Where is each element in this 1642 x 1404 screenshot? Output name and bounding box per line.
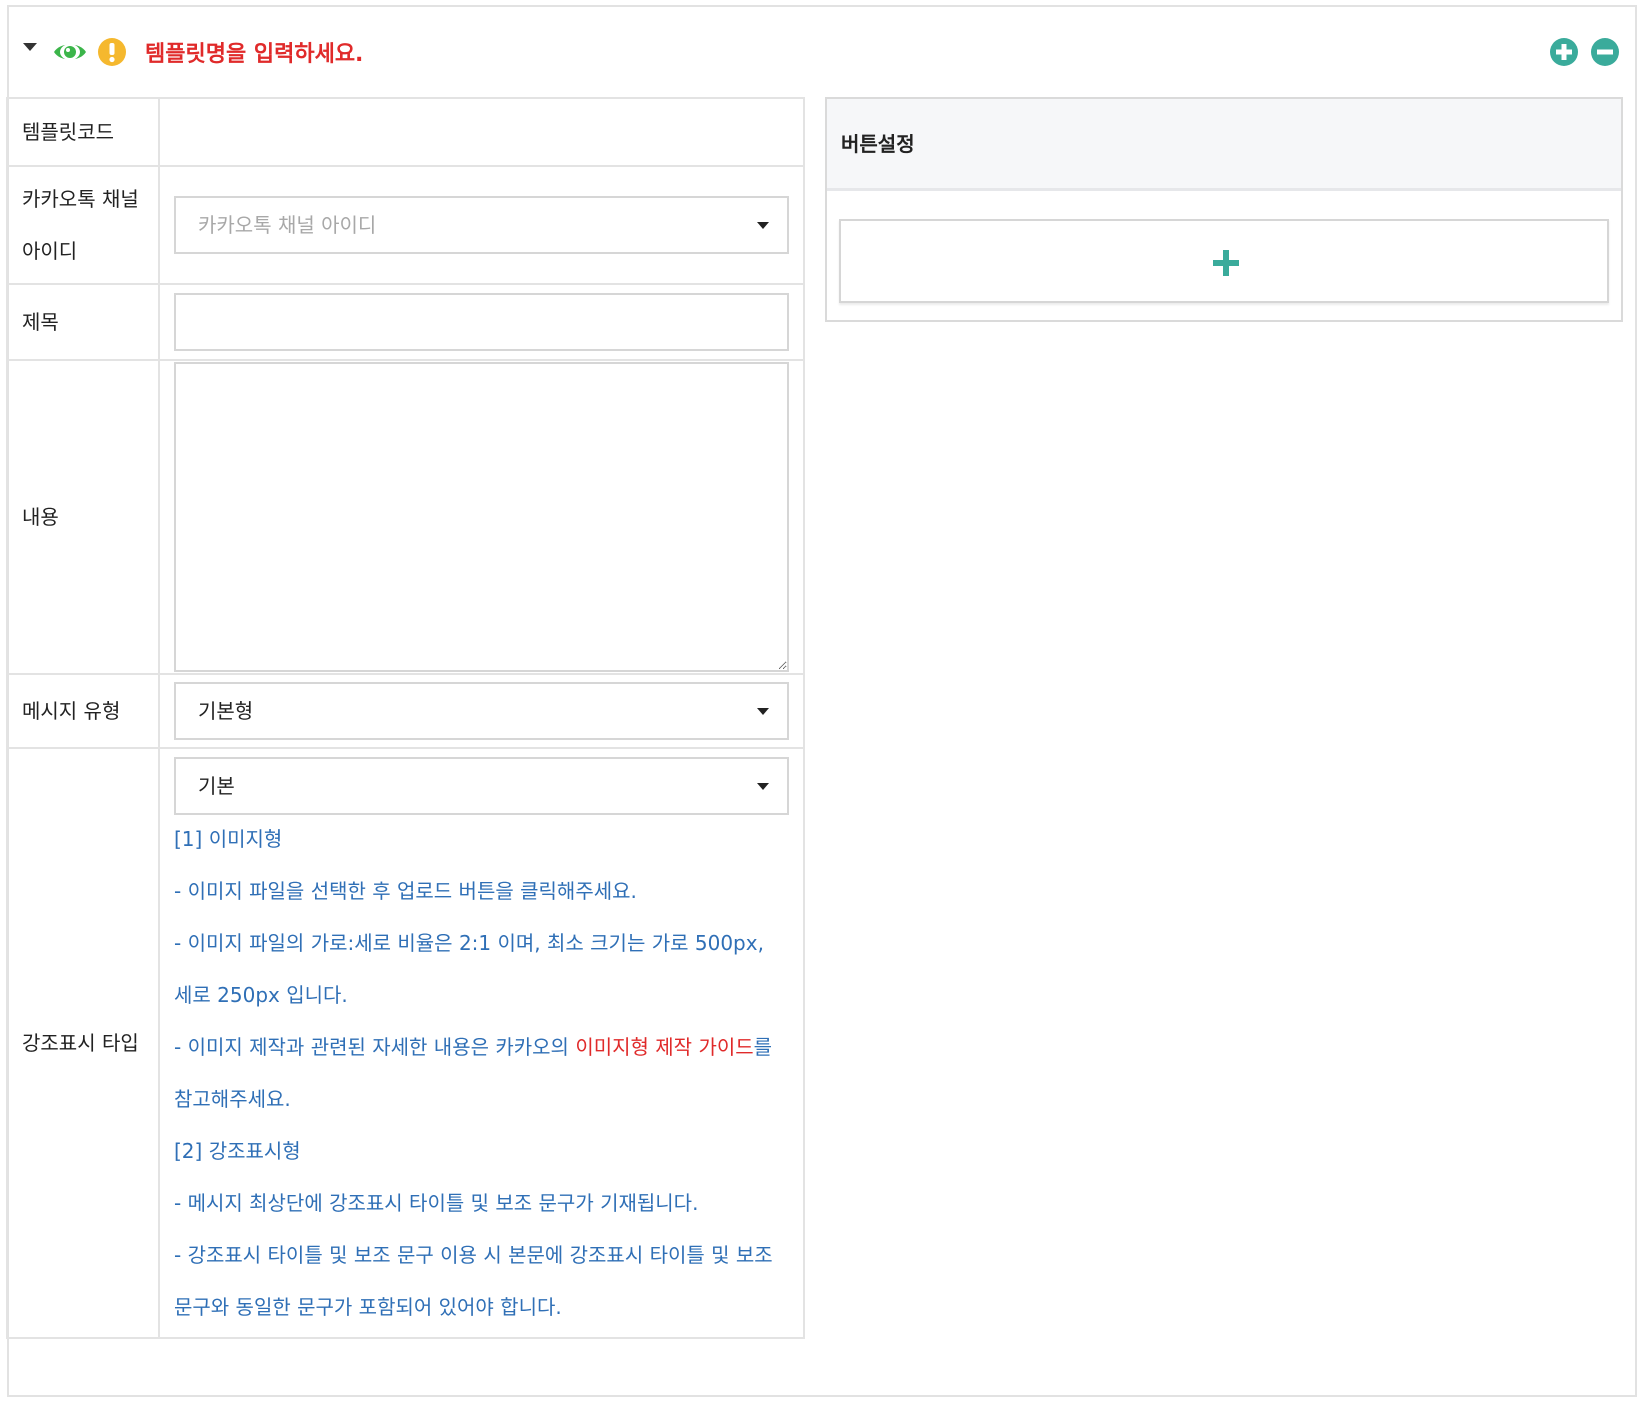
template-header: 템플릿명을 입력하세요. [9,7,1635,97]
content-label: 내용 [6,359,160,675]
message-type-select[interactable]: 기본형 [174,682,789,740]
guide-text: 를 [753,1035,773,1059]
guide-text: - 이미지 제작과 관련된 자세한 내용은 카카오의 [174,1035,576,1059]
template-form-table: 템플릿코드 카카오톡 채널 아이디 카카오톡 채널 아이디 제목 내용 메시지 … [6,97,805,1339]
channel-id-label-line2: 아이디 [22,239,78,263]
message-type-value: 기본형 [198,699,254,723]
guide-line: - 강조표시 타이틀 및 보조 문구 이용 시 본문에 강조표시 타이틀 및 보… [174,1243,773,1267]
guide-line: 문구와 동일한 문구가 포함되어 있어야 합니다. [174,1295,562,1319]
caret-down-icon[interactable] [23,43,37,51]
guide-line: - 이미지 파일의 가로:세로 비율은 2:1 이며, 최소 크기는 가로 50… [174,931,764,955]
button-settings-title: 버튼설정 [841,132,915,156]
chevron-down-icon [757,783,769,790]
channel-id-placeholder: 카카오톡 채널 아이디 [198,213,377,237]
eye-icon[interactable] [53,41,87,63]
minus-circle-icon[interactable] [1590,37,1620,67]
plus-icon [1213,250,1239,276]
template-name-title[interactable]: 템플릿명을 입력하세요. [145,41,363,69]
emphasis-type-label: 강조표시 타입 [6,747,160,1339]
plus-circle-icon[interactable] [1549,37,1579,67]
exclamation-circle-icon [98,38,126,66]
template-code-label: 템플릿코드 [6,97,160,167]
guide-line: - 메시지 최상단에 강조표시 타이틀 및 보조 문구가 기재됩니다. [174,1191,699,1215]
content-textarea[interactable] [174,362,789,672]
button-settings-panel: 버튼설정 [825,97,1623,322]
emphasis-guide: [1] 이미지형 - 이미지 파일을 선택한 후 업로드 버튼을 클릭해주세요.… [174,813,789,1333]
template-code-value [158,97,805,167]
message-type-label: 메시지 유형 [6,673,160,749]
chevron-down-icon [757,222,769,229]
add-button-button[interactable] [839,219,1609,303]
guide-line: [1] 이미지형 [174,827,283,851]
guide-line: - 이미지 파일을 선택한 후 업로드 버튼을 클릭해주세요. [174,879,637,903]
guide-line: 세로 250px 입니다. [174,983,348,1007]
chevron-down-icon [757,708,769,715]
channel-id-select[interactable]: 카카오톡 채널 아이디 [174,196,789,254]
channel-id-label-line1: 카카오톡 채널 [22,187,139,211]
subject-label: 제목 [6,283,160,361]
image-guide-link[interactable]: 이미지형 제작 가이드 [575,1035,753,1059]
button-settings-header: 버튼설정 [827,99,1621,191]
subject-input[interactable] [174,293,789,351]
guide-line: [2] 강조표시형 [174,1139,301,1163]
channel-id-label: 카카오톡 채널 아이디 [6,165,160,285]
guide-line: - 이미지 제작과 관련된 자세한 내용은 카카오의 이미지형 제작 가이드를 [174,1021,789,1073]
emphasis-type-value: 기본 [198,774,235,798]
guide-line: 참고해주세요. [174,1087,291,1111]
emphasis-type-select[interactable]: 기본 [174,757,789,815]
